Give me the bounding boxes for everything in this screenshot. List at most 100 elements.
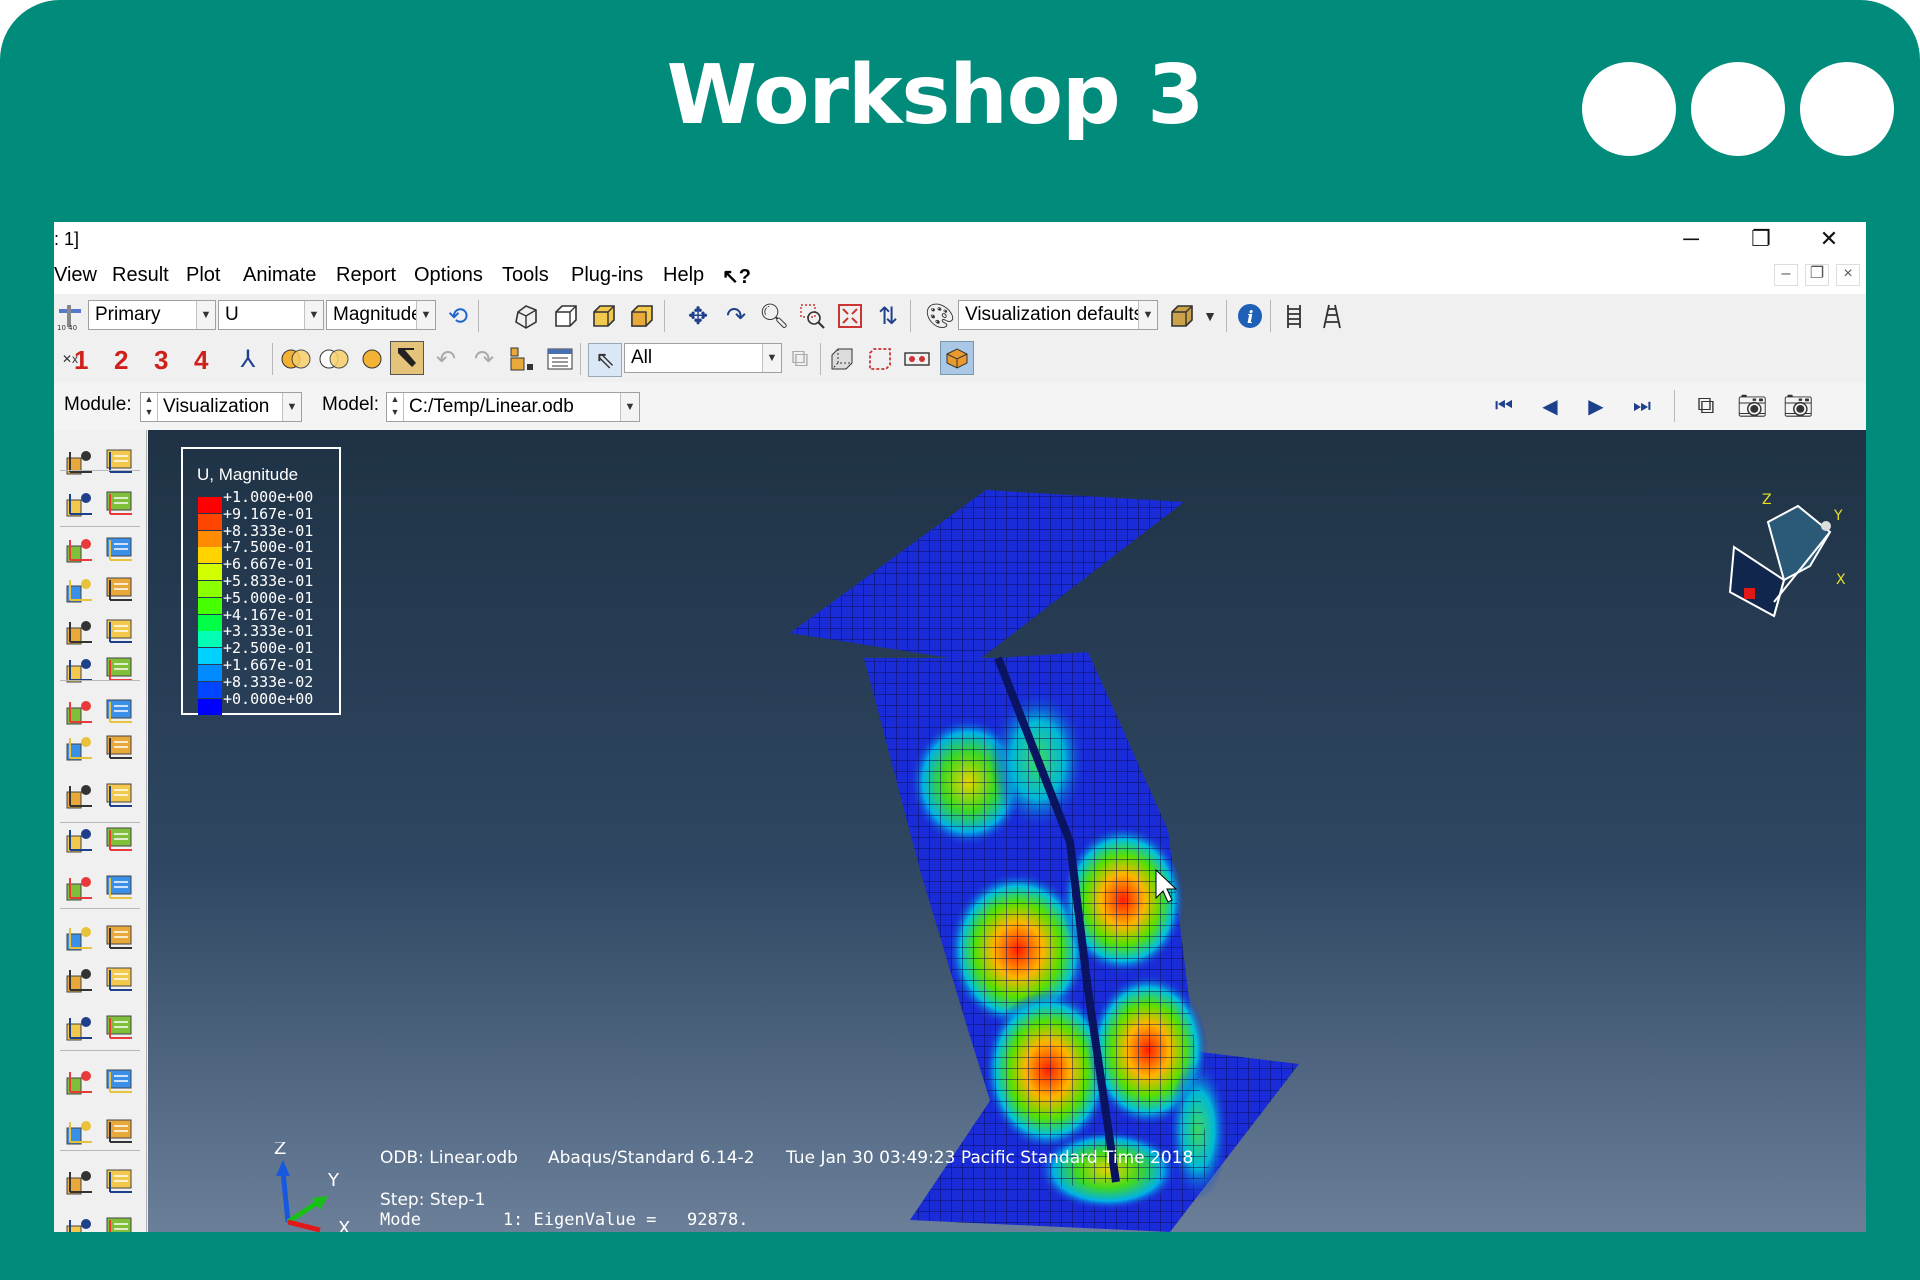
- side-view-icon[interactable]: [626, 300, 658, 332]
- selection-options-icon[interactable]: ⧉: [784, 343, 816, 375]
- frame-select-icon[interactable]: ⧉: [1690, 390, 1722, 422]
- toolbox-tool-icon[interactable]: [104, 572, 140, 608]
- toolbox-tool-icon[interactable]: [64, 962, 100, 998]
- menu-tools[interactable]: Tools: [502, 264, 549, 287]
- box-zoom-icon[interactable]: [796, 300, 828, 332]
- toolbox-tool-icon[interactable]: [64, 822, 100, 858]
- superimpose-icon[interactable]: [318, 343, 350, 375]
- toolbox-tool-icon[interactable]: [104, 614, 140, 650]
- menu-view[interactable]: View: [54, 264, 97, 287]
- menu-result[interactable]: Result: [112, 264, 169, 287]
- replace-icon[interactable]: [864, 343, 896, 375]
- undo-icon[interactable]: ↶: [430, 343, 462, 375]
- toolbox-tool-icon[interactable]: [104, 444, 140, 480]
- toolbox-tool-icon[interactable]: [104, 1064, 140, 1100]
- toolbox-tool-icon[interactable]: [64, 694, 100, 730]
- render-style-dropdown-icon[interactable]: ▼: [1194, 300, 1226, 332]
- camera-icon[interactable]: 📷︎: [1782, 390, 1814, 422]
- rotate-icon[interactable]: ↷: [720, 300, 752, 332]
- toolbox-tool-icon[interactable]: [104, 1114, 140, 1150]
- redo-icon[interactable]: ↷: [468, 343, 500, 375]
- output-variable-select[interactable]: U ▼: [218, 300, 324, 330]
- visualization-defaults-select[interactable]: Visualization defaults ▼: [958, 300, 1158, 330]
- front-view-icon[interactable]: [550, 300, 582, 332]
- probe-icon[interactable]: [1316, 300, 1348, 332]
- menu-options[interactable]: Options: [414, 264, 483, 287]
- top-view-icon[interactable]: [588, 300, 620, 332]
- animate-icon[interactable]: 📷︎: [1736, 390, 1768, 422]
- toolbox-tool-icon[interactable]: [104, 532, 140, 568]
- auto-fit-icon[interactable]: [834, 300, 866, 332]
- toolbox-tool-icon[interactable]: [64, 1114, 100, 1150]
- toolbox-tool-icon[interactable]: [64, 1164, 100, 1200]
- viewport-3-button[interactable]: 3: [154, 345, 168, 376]
- field-output-icon[interactable]: 10 40: [54, 300, 86, 332]
- menu-help[interactable]: Help: [663, 264, 704, 287]
- view-cube[interactable]: Z Y X: [1718, 492, 1848, 632]
- overlay-icon[interactable]: [280, 343, 312, 375]
- mdi-close-icon[interactable]: ×: [1836, 264, 1860, 286]
- csys-icon[interactable]: ⅄: [232, 343, 264, 375]
- iso-view-icon[interactable]: [510, 300, 542, 332]
- display-body-icon[interactable]: [940, 341, 974, 375]
- toolbox-tool-icon[interactable]: [64, 730, 100, 766]
- toolbox-tool-icon[interactable]: [104, 962, 140, 998]
- toolbox-tool-icon[interactable]: [64, 870, 100, 906]
- toolbox-tool-icon[interactable]: [104, 1212, 140, 1232]
- view-manager-icon[interactable]: [506, 343, 538, 375]
- display-group-icon[interactable]: [826, 343, 858, 375]
- toolbox-tool-icon[interactable]: [104, 694, 140, 730]
- next-frame-icon[interactable]: ▶︎: [1580, 390, 1612, 422]
- add-remove-icon[interactable]: [902, 343, 934, 375]
- toolbox-tool-icon[interactable]: [104, 870, 140, 906]
- toolbox-tool-icon[interactable]: [104, 920, 140, 956]
- cycle-views-icon[interactable]: ⇅: [872, 300, 904, 332]
- pan-icon[interactable]: ✥: [682, 300, 714, 332]
- table-icon[interactable]: [544, 343, 576, 375]
- refresh-icon[interactable]: ⟲: [442, 300, 474, 332]
- toolbox-tool-icon[interactable]: [104, 652, 140, 688]
- toolbox-tool-icon[interactable]: [64, 614, 100, 650]
- query-icon[interactable]: [1278, 300, 1310, 332]
- menu-plugins[interactable]: Plug-ins: [571, 264, 643, 287]
- viewport-1-button[interactable]: 1: [74, 345, 88, 376]
- toolbox-tool-icon[interactable]: [104, 1164, 140, 1200]
- toolbox-tool-icon[interactable]: [104, 822, 140, 858]
- output-type-select[interactable]: Primary ▼: [88, 300, 216, 330]
- toolbox-tool-icon[interactable]: [64, 1064, 100, 1100]
- close-button[interactable]: ✕: [1804, 224, 1854, 254]
- menu-report[interactable]: Report: [336, 264, 396, 287]
- viewport-2-button[interactable]: 2: [114, 345, 128, 376]
- toolbox-tool-icon[interactable]: [64, 778, 100, 814]
- toolbox-tool-icon[interactable]: [64, 920, 100, 956]
- info-icon[interactable]: i: [1234, 300, 1266, 332]
- toolbox-tool-icon[interactable]: [104, 1010, 140, 1046]
- palette-icon[interactable]: 🎨︎: [924, 300, 956, 332]
- last-frame-icon[interactable]: ⏭: [1626, 390, 1658, 422]
- deformed-model[interactable]: [148, 430, 1866, 1232]
- restore-button[interactable]: ❐: [1736, 224, 1786, 254]
- selection-filter-select[interactable]: All ▼: [624, 343, 782, 373]
- module-select[interactable]: ▲ ▼ Visualization ▼: [140, 392, 302, 422]
- context-help-icon[interactable]: ↖?: [722, 264, 751, 289]
- viewport-4-button[interactable]: 4: [194, 345, 208, 376]
- toolbox-tool-icon[interactable]: [64, 1010, 100, 1046]
- model-select[interactable]: ▲ ▼ C:/Temp/Linear.odb ▼: [386, 392, 640, 422]
- mdi-minimize-icon[interactable]: –: [1774, 264, 1798, 286]
- single-circle-icon[interactable]: [356, 343, 388, 375]
- toolbox-tool-icon[interactable]: [104, 486, 140, 522]
- first-frame-icon[interactable]: ⏮: [1488, 390, 1520, 422]
- toolbox-tool-icon[interactable]: [64, 572, 100, 608]
- toolbox-tool-icon[interactable]: [104, 778, 140, 814]
- toolbox-tool-icon[interactable]: [64, 444, 100, 480]
- tool-active-icon[interactable]: [390, 341, 424, 375]
- toolbox-tool-icon[interactable]: [104, 730, 140, 766]
- minimize-button[interactable]: ─: [1666, 224, 1716, 254]
- output-component-select[interactable]: Magnitude ▼: [326, 300, 436, 330]
- select-cursor-icon[interactable]: ⇖: [588, 343, 622, 377]
- toolbox-tool-icon[interactable]: [64, 652, 100, 688]
- zoom-icon[interactable]: 🔍︎: [758, 300, 790, 332]
- menu-plot[interactable]: Plot: [186, 264, 220, 287]
- toolbox-tool-icon[interactable]: [64, 532, 100, 568]
- toolbox-tool-icon[interactable]: [64, 486, 100, 522]
